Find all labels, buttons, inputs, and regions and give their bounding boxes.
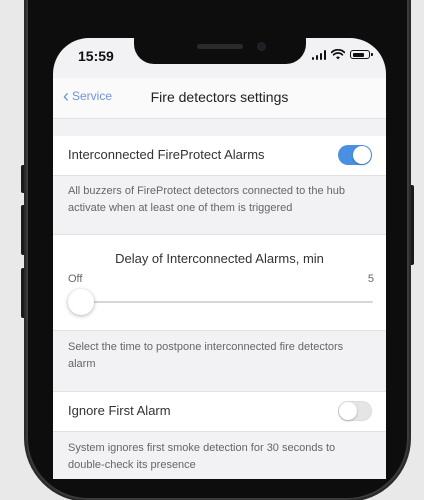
delay-slider-title: Delay of Interconnected Alarms, min (115, 251, 324, 266)
delay-slider-thumb[interactable] (68, 289, 94, 315)
page-title: Fire detectors settings (150, 89, 289, 105)
battery-icon (350, 50, 373, 59)
interconnected-alarms-description: All buzzers of FireProtect detectors con… (68, 185, 345, 214)
front-camera (257, 42, 266, 51)
divider (53, 330, 386, 331)
interconnected-alarms-toggle[interactable] (338, 145, 372, 165)
ignore-first-alarm-description: System ignores first smoke detection for… (68, 442, 336, 471)
delay-slider-track[interactable] (68, 301, 373, 303)
delay-description: Select the time to postpone interconnect… (68, 341, 344, 370)
ignore-first-alarm-row[interactable]: Ignore First Alarm (53, 392, 386, 431)
ignore-first-alarm-toggle[interactable] (338, 401, 372, 421)
delay-slider-max-label: 5 (367, 273, 374, 285)
toggle-knob (353, 146, 371, 164)
interconnected-alarms-row[interactable]: Interconnected FireProtect Alarms (53, 136, 386, 175)
signal-icon (311, 49, 326, 60)
speaker-grille (197, 44, 243, 49)
delay-slider-min-label: Off (68, 273, 83, 285)
divider (53, 175, 386, 176)
interconnected-alarms-label: Interconnected FireProtect Alarms (68, 147, 265, 162)
ignore-first-alarm-label: Ignore First Alarm (68, 403, 171, 418)
phone-notch (134, 38, 306, 64)
phone-screen: 15:59 ‹ Service Fire detectors settings … (53, 38, 386, 479)
status-icons (311, 49, 373, 60)
divider (53, 431, 386, 432)
status-time: 15:59 (78, 48, 114, 64)
wifi-icon (331, 49, 345, 60)
phone-power-button (409, 185, 414, 265)
toggle-knob (339, 402, 357, 420)
nav-bar: ‹ Service Fire detectors settings (53, 78, 386, 119)
delay-slider-section: Delay of Interconnected Alarms, min Off … (53, 235, 386, 330)
